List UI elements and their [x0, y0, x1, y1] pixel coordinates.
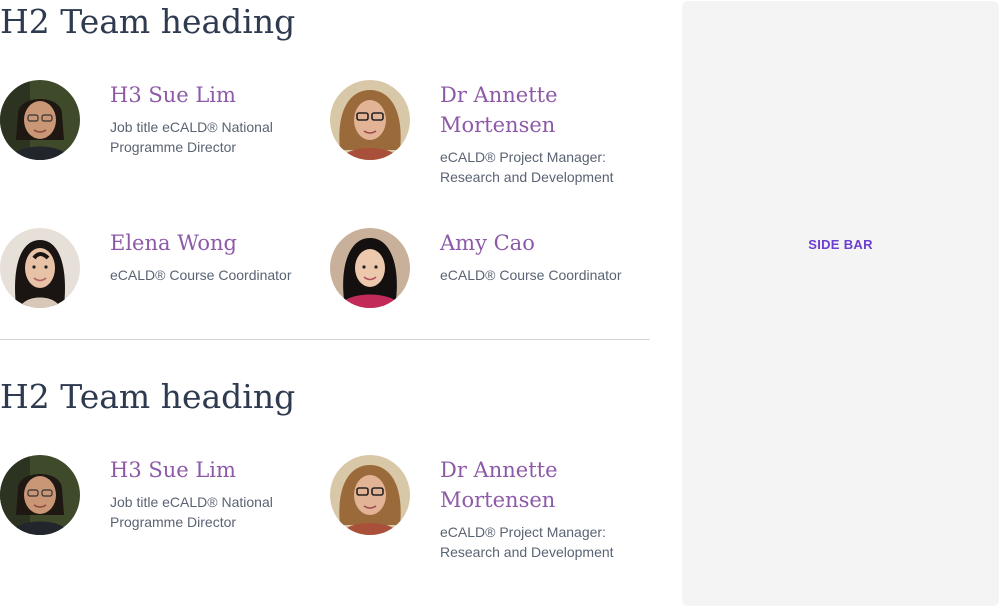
- annette-mortensen-photo: [330, 80, 410, 160]
- member-role: eCALD® Project Manager: Research and Dev…: [440, 524, 614, 560]
- sidebar-label: SIDE BAR: [808, 237, 873, 252]
- main-content: H2 Team heading H3 Sue Lim Job title eCA…: [0, 0, 650, 608]
- member-name[interactable]: Amy Cao: [440, 228, 640, 258]
- avatar: [0, 455, 80, 535]
- member-name[interactable]: H3 Sue Lim: [110, 80, 310, 110]
- sidebar: SIDE BAR: [682, 1, 999, 606]
- team-member-card[interactable]: Elena Wong eCALD® Course Coordinator: [0, 228, 320, 348]
- avatar: [330, 228, 410, 308]
- team-heading: H2 Team heading: [0, 2, 296, 41]
- team-member-card[interactable]: Dr Annette Mortensen eCALD® Project Mana…: [330, 80, 650, 200]
- avatar: [0, 228, 80, 308]
- sue-lim-photo: [0, 80, 80, 160]
- section-divider: [0, 339, 650, 340]
- member-role: Job title eCALD® National Programme Dire…: [110, 494, 273, 530]
- elena-wong-photo: [0, 228, 80, 308]
- sue-lim-photo: [0, 455, 80, 535]
- member-name[interactable]: H3 Sue Lim: [110, 455, 310, 485]
- member-name[interactable]: Dr Annette Mortensen: [440, 455, 640, 515]
- annette-mortensen-photo: [330, 455, 410, 535]
- member-role: eCALD® Course Coordinator: [440, 267, 622, 283]
- page: H2 Team heading H3 Sue Lim Job title eCA…: [0, 0, 1000, 608]
- team-member-card[interactable]: Dr Annette Mortensen eCALD® Project Mana…: [330, 455, 650, 575]
- team-member-card[interactable]: H3 Sue Lim Job title eCALD® National Pro…: [0, 80, 320, 200]
- member-role: eCALD® Project Manager: Research and Dev…: [440, 149, 614, 185]
- member-role: Job title eCALD® National Programme Dire…: [110, 119, 273, 155]
- amy-cao-photo: [330, 228, 410, 308]
- member-role: eCALD® Course Coordinator: [110, 267, 292, 283]
- member-name[interactable]: Dr Annette Mortensen: [440, 80, 640, 140]
- avatar: [330, 455, 410, 535]
- team-member-card[interactable]: Amy Cao eCALD® Course Coordinator: [330, 228, 650, 348]
- member-name[interactable]: Elena Wong: [110, 228, 310, 258]
- team-member-card[interactable]: H3 Sue Lim Job title eCALD® National Pro…: [0, 455, 320, 575]
- avatar: [330, 80, 410, 160]
- avatar: [0, 80, 80, 160]
- team-heading: H2 Team heading: [0, 377, 296, 416]
